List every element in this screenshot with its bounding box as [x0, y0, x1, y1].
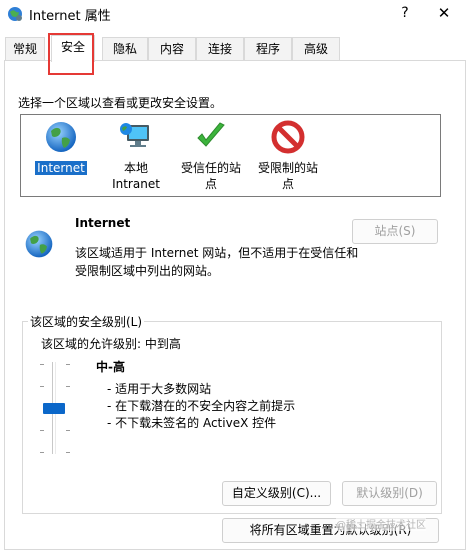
slider-thumb[interactable] [43, 403, 65, 414]
restricted-icon [271, 120, 305, 154]
tab-privacy[interactable]: 隐私 [102, 37, 148, 61]
sites-button[interactable]: 站点(S) [352, 219, 438, 244]
globe-icon [25, 230, 53, 258]
tab-strip: 常规 安全 隐私 内容 连接 程序 高级 [5, 35, 465, 62]
slider-tick [40, 364, 44, 365]
internet-options-icon [8, 7, 22, 21]
slider-tick [66, 452, 70, 453]
tab-advanced[interactable]: 高级 [292, 37, 340, 61]
level-bullet: - 不下载未签名的 ActiveX 控件 [107, 416, 277, 430]
close-button[interactable]: ✕ [434, 3, 454, 23]
allowed-levels: 该区域的允许级别: 中到高 [41, 337, 181, 351]
globe-icon [46, 122, 76, 152]
level-bullet: - 在下载潜在的不安全内容之前提示 [107, 399, 296, 413]
slider-tick [40, 386, 44, 387]
tab-general[interactable]: 常规 [5, 37, 45, 61]
help-button[interactable]: ? [395, 3, 415, 23]
intranet-icon [120, 123, 149, 147]
level-name: 中-高 [96, 360, 125, 374]
zone-internet-label: Internet [35, 161, 87, 175]
tab-connections[interactable]: 连接 [196, 37, 244, 61]
default-level-button[interactable]: 默认级别(D) [342, 481, 437, 506]
slider-tick [40, 452, 44, 453]
tab-programs[interactable]: 程序 [244, 37, 292, 61]
slider-tick [66, 364, 70, 365]
security-level-title: 该区域的安全级别(L) [28, 313, 145, 330]
window-title: Internet 属性 [29, 9, 111, 24]
selected-zone-description: 该区域适用于 Internet 网站，但不适用于在受信任和受限制区域中列出的网站… [75, 246, 359, 278]
level-bullet: - 适用于大多数网站 [107, 382, 212, 396]
watermark: @稀土掘金技术社区 [336, 516, 426, 531]
selected-zone-name: Internet [75, 216, 131, 230]
slider-tick [66, 430, 70, 431]
zone-list: Internet 本地 Intranet 受信任的站点 受限制的站点 [20, 114, 441, 197]
zone-restricted-label: 受限制的站点 [257, 161, 318, 191]
level-description: - 适用于大多数网站 - 在下载潜在的不安全内容之前提示 - 不下载未签名的 A… [107, 381, 295, 432]
zone-prompt: 选择一个区域以查看或更改安全设置。 [18, 96, 223, 110]
tab-security[interactable]: 安全 [51, 35, 95, 62]
zone-restricted[interactable]: 受限制的站点 [243, 119, 333, 192]
tab-content[interactable]: 内容 [148, 37, 196, 61]
checkmark-icon [197, 122, 225, 147]
title-bar: Internet 属性 ? ✕ [0, 0, 470, 30]
custom-level-button[interactable]: 自定义级别(C)... [222, 481, 331, 506]
slider-tick [40, 430, 44, 431]
slider-tick [66, 386, 70, 387]
